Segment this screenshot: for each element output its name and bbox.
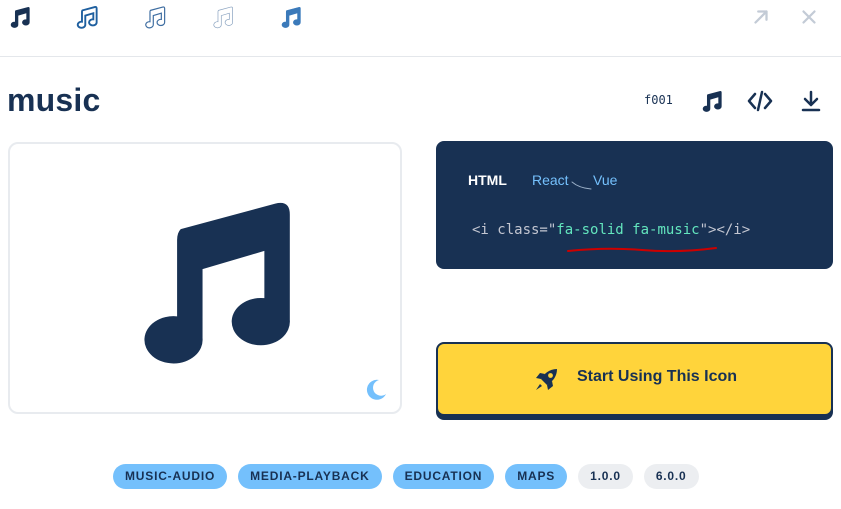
code-close: "></i> — [699, 222, 751, 238]
code-snippet[interactable]: <i class="fa-solid fa-music"></i> — [472, 222, 750, 238]
moon-icon[interactable] — [364, 378, 388, 402]
download-icon[interactable] — [798, 88, 824, 114]
variant-toolbar — [0, 0, 841, 57]
arrow-up-right-icon[interactable] — [750, 6, 772, 28]
page-title: music — [7, 82, 101, 118]
solid-variant-icon[interactable] — [6, 4, 32, 30]
music-preview-icon — [144, 202, 290, 364]
duotone-variant-icon[interactable] — [277, 4, 303, 30]
rocket-icon — [536, 369, 557, 390]
code-open: <i class=" — [472, 222, 557, 238]
unicode-value[interactable]: f001 — [644, 93, 673, 107]
music-icon[interactable] — [698, 88, 724, 114]
thin-variant-icon[interactable] — [209, 4, 235, 30]
category-tag[interactable]: MEDIA-PLAYBACK — [238, 464, 382, 489]
category-tag[interactable]: MAPS — [505, 464, 568, 489]
tab-react[interactable]: React — [532, 172, 569, 188]
cta-label: Start Using This Icon — [577, 368, 738, 385]
light-variant-icon[interactable] — [141, 4, 167, 30]
tab-html[interactable]: HTML — [468, 172, 507, 188]
code-panel: HTML React Vue <i class="fa-solid fa-mus… — [436, 141, 833, 269]
version-tag[interactable]: 1.0.0 — [578, 464, 633, 489]
tag-list: MUSIC-AUDIO MEDIA-PLAYBACK EDUCATION MAP… — [113, 464, 699, 490]
code-icon[interactable] — [747, 88, 773, 114]
category-tag[interactable]: MUSIC-AUDIO — [113, 464, 228, 489]
code-class-value: fa-solid fa-music — [556, 222, 700, 238]
start-using-icon-button[interactable]: Start Using This Icon — [436, 342, 833, 416]
tab-vue[interactable]: Vue — [593, 172, 617, 188]
version-tag[interactable]: 6.0.0 — [643, 464, 699, 489]
icon-preview — [8, 142, 402, 414]
category-tag[interactable]: EDUCATION — [392, 464, 495, 489]
red-underline-annotation — [567, 247, 717, 253]
close-icon[interactable] — [798, 6, 820, 28]
regular-variant-icon[interactable] — [73, 4, 99, 30]
